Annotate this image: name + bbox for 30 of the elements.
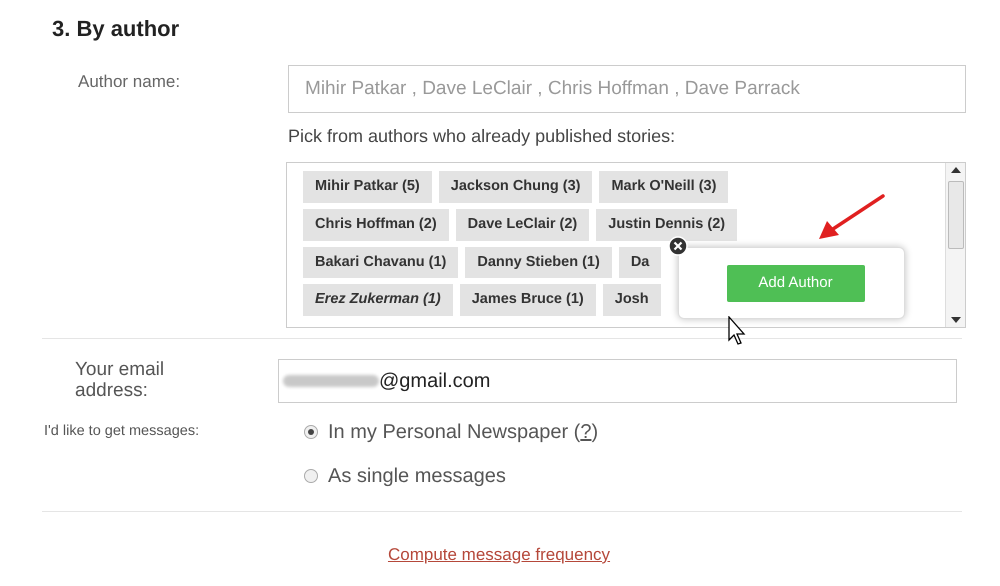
author-chip[interactable]: Josh [602,284,661,316]
radio-button[interactable] [304,425,318,439]
field-label: Your email address: [75,359,166,401]
author-chip[interactable]: James Bruce (1) [460,284,596,316]
author-chip[interactable]: Jackson Chung (3) [438,171,592,203]
author-chip[interactable]: Chris Hoffman (2) [303,208,449,240]
scroll-thumb[interactable] [948,181,964,249]
author-chip[interactable]: Mihir Patkar (5) [303,171,432,203]
scrollbar[interactable] [945,163,965,327]
option-label: As single messages [328,464,506,489]
field-label: Author name: [78,72,180,91]
author-chip[interactable]: Da [618,246,662,278]
compute-frequency-link[interactable]: Compute message frequency [388,542,610,568]
close-icon[interactable] [668,236,688,256]
pick-hint: Pick from authors who already published stories: [288,125,676,148]
author-chip[interactable]: Erez Zukerman (1) [303,284,453,316]
author-chip[interactable]: Justin Dennis (2) [596,208,738,240]
option-label: In my Personal Newspaper (?) [328,420,598,445]
field-label: I'd like to get messages: [44,423,200,439]
email-field[interactable]: @gmail.com [278,359,957,403]
author-chip[interactable]: Danny Stieben (1) [465,246,612,278]
author-chip[interactable]: Mark O'Neill (3) [599,171,728,203]
author-chip[interactable]: Dave LeClair (2) [456,208,590,240]
radio-button[interactable] [304,469,318,483]
section-title: 3. By author [52,15,180,43]
author-name-field[interactable]: Mihir Patkar , Dave LeClair , Chris Hoffman , Dave Parrack [288,65,966,113]
help-link[interactable]: ? [580,421,592,443]
author-chip[interactable]: Bakari Chavanu (1) [303,246,458,278]
scroll-down-icon[interactable] [950,317,960,323]
scroll-up-icon[interactable] [950,167,960,173]
